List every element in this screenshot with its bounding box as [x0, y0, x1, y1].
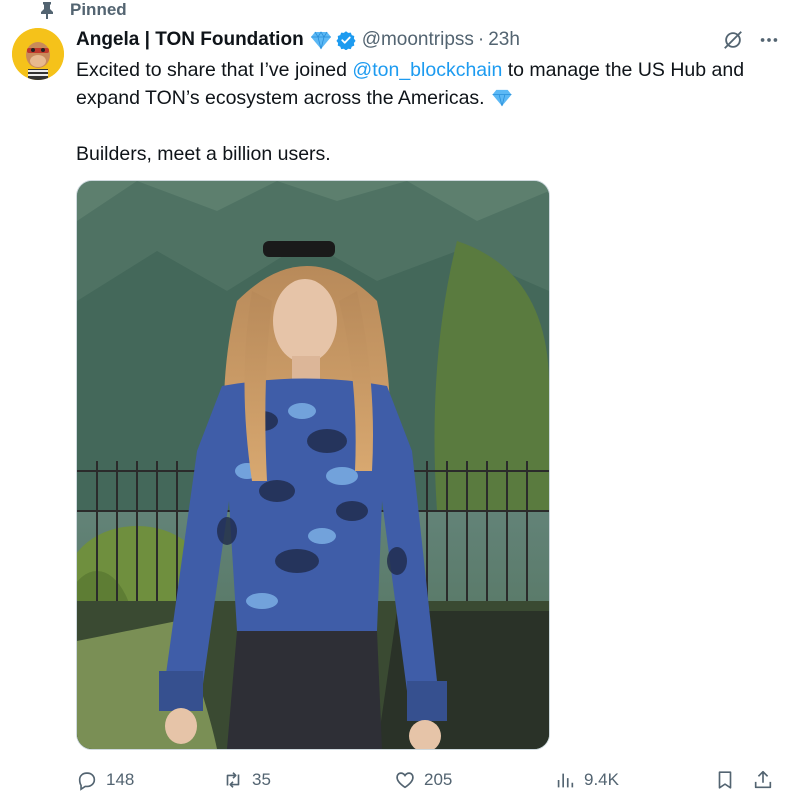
like-button[interactable]: 205	[394, 764, 452, 796]
bored-ape-avatar	[12, 28, 64, 80]
reply-icon	[78, 772, 96, 791]
author-handle[interactable]: @moontripss	[362, 29, 474, 51]
share-icon	[754, 770, 772, 789]
like-count: 205	[424, 770, 453, 789]
analytics-icon	[557, 773, 574, 788]
repost-button[interactable]: 35	[222, 764, 271, 796]
views-count: 9.4K	[584, 770, 619, 789]
action-bar: 148 35 205 9.4K	[76, 764, 780, 796]
not-interested-icon[interactable]	[722, 29, 744, 51]
heart-icon	[396, 772, 414, 789]
pinned-indicator: Pinned	[40, 0, 127, 20]
verified-badge-icon[interactable]	[336, 30, 356, 50]
share-button[interactable]	[752, 764, 774, 796]
bookmark-icon	[718, 771, 732, 789]
repost-count: 35	[252, 770, 271, 789]
diamond-icon	[310, 31, 331, 50]
avatar[interactable]	[12, 28, 64, 80]
timestamp[interactable]: 23h	[488, 29, 520, 51]
diamond-emoji-icon	[492, 89, 512, 107]
separator-dot: ·	[477, 29, 485, 50]
more-options-icon[interactable]	[758, 29, 780, 51]
views-button[interactable]: 9.4K	[554, 764, 619, 796]
bookmark-button[interactable]	[714, 764, 736, 796]
tweet-text-part1: Excited to share that I’ve joined	[76, 59, 353, 81]
photo-woman-blue-sweater	[77, 181, 549, 749]
reply-count: 148	[106, 770, 135, 789]
tweet-text-paragraph2: Builders, meet a billion users.	[76, 143, 331, 165]
repost-icon	[226, 772, 240, 788]
tweet-header: Angela | TON Foundation @moontripss · 23…	[76, 26, 780, 54]
reply-button[interactable]: 148	[76, 764, 134, 796]
pin-icon	[41, 2, 53, 19]
pinned-label: Pinned	[70, 0, 127, 19]
display-name[interactable]: Angela | TON Foundation	[76, 29, 304, 51]
tweet-photo[interactable]	[76, 180, 550, 750]
mention-link[interactable]: @ton_blockchain	[352, 59, 502, 81]
tweet-text: Excited to share that I’ve joined @ton_b…	[76, 56, 776, 168]
